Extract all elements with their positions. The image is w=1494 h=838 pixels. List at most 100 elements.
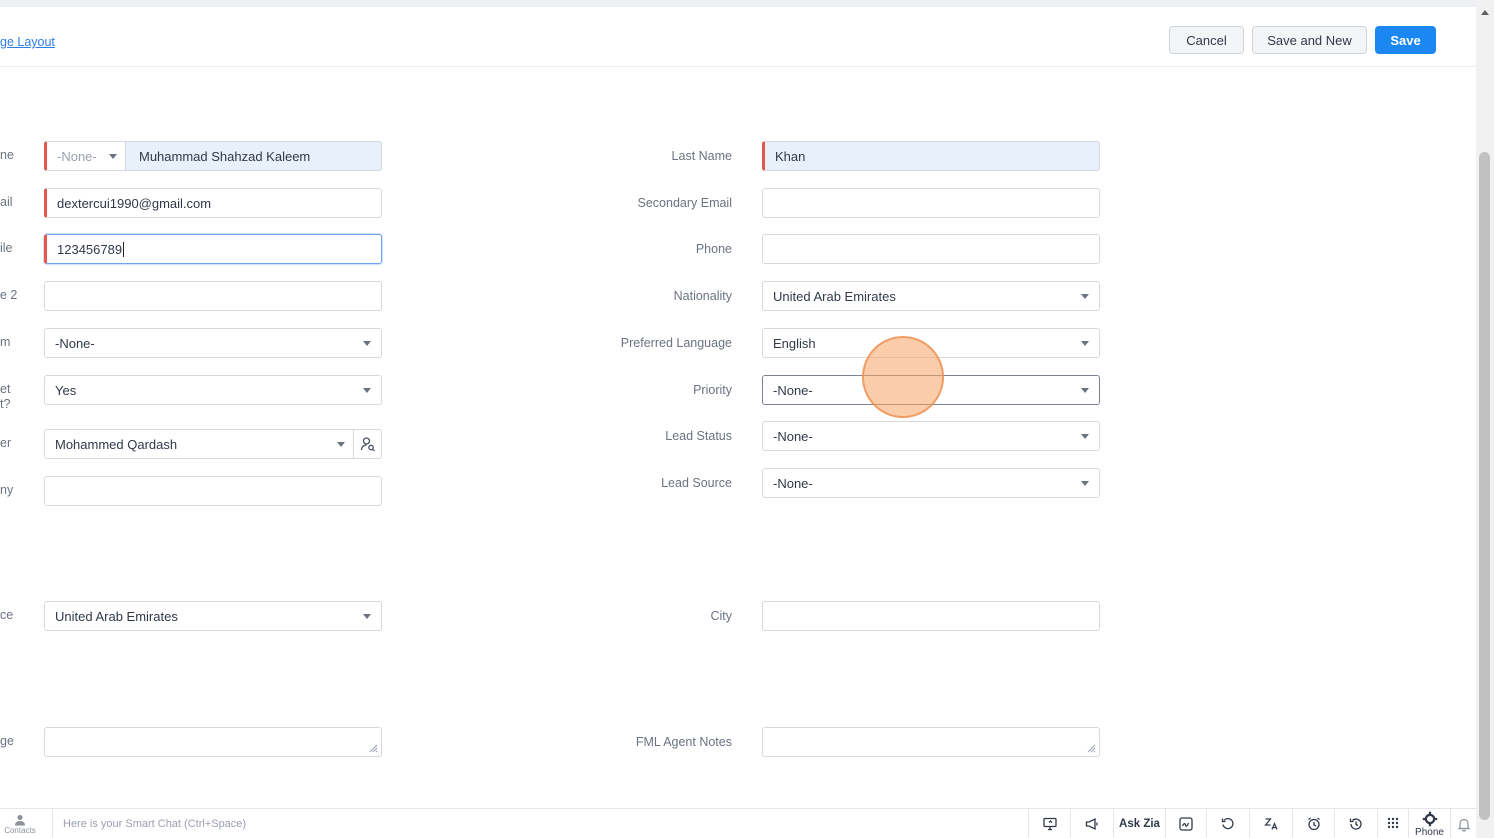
meet-label-line1: et bbox=[0, 382, 11, 396]
contacts-button[interactable]: Contacts bbox=[0, 809, 40, 838]
meet-select[interactable]: Yes bbox=[44, 375, 382, 405]
resize-grip-icon[interactable] bbox=[1087, 744, 1096, 753]
chevron-down-icon bbox=[337, 442, 345, 447]
last-name-field[interactable]: Khan bbox=[762, 141, 1100, 171]
mobile-label: ile bbox=[0, 241, 13, 255]
last-name-value: Khan bbox=[775, 148, 806, 164]
history-button[interactable] bbox=[1334, 809, 1377, 838]
chevron-down-icon bbox=[363, 341, 371, 346]
screen-share-button[interactable] bbox=[1028, 809, 1070, 838]
fml-agent-notes-textarea[interactable] bbox=[762, 727, 1100, 757]
chevron-down-icon bbox=[1081, 434, 1089, 439]
email-label: ail bbox=[0, 195, 13, 209]
save-and-new-button[interactable]: Save and New bbox=[1252, 26, 1367, 54]
top-strip bbox=[0, 0, 1476, 7]
screen-share-icon bbox=[1042, 817, 1057, 831]
refresh-button[interactable] bbox=[1206, 809, 1249, 838]
priority-value: -None- bbox=[773, 382, 813, 398]
preferred-language-value: English bbox=[773, 335, 816, 351]
save-button[interactable]: Save bbox=[1375, 26, 1436, 54]
dial-pad-button[interactable] bbox=[1377, 809, 1408, 838]
chevron-down-icon bbox=[1081, 294, 1089, 299]
contacts-icon bbox=[15, 814, 25, 825]
edit-page-layout-link[interactable]: ge Layout bbox=[0, 35, 55, 49]
city-label: City bbox=[710, 609, 732, 623]
priority-select[interactable]: -None- bbox=[762, 375, 1100, 405]
text-cursor bbox=[123, 241, 125, 257]
first-name-value: Muhammad Shahzad Kaleem bbox=[139, 148, 311, 164]
nationality-select[interactable]: United Arab Emirates bbox=[762, 281, 1100, 311]
owner-value: Mohammed Qardash bbox=[55, 436, 178, 452]
first-name-field[interactable]: -None- Muhammad Shahzad Kaleem bbox=[44, 141, 382, 171]
fml-agent-notes-label: FML Agent Notes bbox=[635, 735, 732, 749]
preferred-language-select[interactable]: English bbox=[762, 328, 1100, 358]
nationality-label: Nationality bbox=[673, 289, 732, 303]
mobile-field[interactable]: 123456789 bbox=[44, 234, 382, 264]
first-name-label: ne bbox=[0, 148, 14, 162]
resize-grip-icon[interactable] bbox=[369, 744, 378, 753]
phone-button[interactable]: Phone bbox=[1408, 809, 1450, 838]
company-label: ny bbox=[0, 483, 14, 497]
signature-button[interactable] bbox=[1165, 809, 1206, 838]
salutation-value: -None- bbox=[57, 148, 97, 164]
megaphone-icon bbox=[1085, 817, 1098, 831]
residence-value: United Arab Emirates bbox=[55, 608, 178, 624]
bell-icon bbox=[1457, 818, 1470, 832]
city-field[interactable] bbox=[762, 601, 1100, 631]
nationality-value: United Arab Emirates bbox=[773, 288, 896, 304]
scrollbar-thumb[interactable] bbox=[1479, 152, 1490, 820]
bottom-toolbar: Contacts Here is your Smart Chat (Ctrl+S… bbox=[0, 808, 1476, 838]
chevron-down-icon bbox=[1081, 481, 1089, 486]
lead-source-value: -None- bbox=[773, 475, 813, 491]
secondary-email-field[interactable] bbox=[762, 188, 1100, 218]
form-header: ge Layout Cancel Save and New Save bbox=[0, 7, 1476, 67]
owner-label: er bbox=[0, 436, 12, 450]
history-icon bbox=[1349, 818, 1362, 830]
message-label: ge bbox=[0, 734, 14, 748]
platform-value: -None- bbox=[55, 335, 95, 351]
secondary-email-label: Secondary Email bbox=[637, 196, 733, 210]
salutation-select[interactable]: -None- bbox=[47, 142, 126, 170]
reminders-button[interactable] bbox=[1292, 809, 1334, 838]
smart-chat-input[interactable]: Here is your Smart Chat (Ctrl+Space) bbox=[52, 809, 1028, 838]
phone-label: Phone bbox=[1415, 826, 1444, 838]
notifications-button[interactable] bbox=[1450, 809, 1476, 838]
message-textarea[interactable] bbox=[44, 727, 382, 757]
chevron-down-icon bbox=[1081, 341, 1089, 346]
dial-pad-icon bbox=[1387, 817, 1399, 829]
lead-source-label: Lead Source bbox=[661, 476, 732, 490]
announcements-button[interactable] bbox=[1070, 809, 1113, 838]
signature-icon bbox=[1179, 817, 1193, 831]
translate-icon bbox=[1264, 818, 1278, 830]
phone-label: Phone bbox=[695, 242, 732, 256]
translate-button[interactable] bbox=[1249, 809, 1292, 838]
residence-select[interactable]: United Arab Emirates bbox=[44, 601, 382, 631]
company-field[interactable] bbox=[44, 476, 382, 506]
priority-label: Priority bbox=[693, 383, 732, 397]
lead-status-label: Lead Status bbox=[665, 429, 732, 443]
cancel-button[interactable]: Cancel bbox=[1169, 26, 1244, 54]
preferred-language-label: Preferred Language bbox=[620, 336, 732, 350]
phone-gear-icon bbox=[1422, 811, 1437, 826]
email-field[interactable]: dextercui1990@gmail.com bbox=[44, 188, 382, 218]
ask-zia-button[interactable]: Ask Zia bbox=[1113, 809, 1165, 838]
phone-2-field[interactable] bbox=[44, 281, 382, 311]
email-value: dextercui1990@gmail.com bbox=[57, 195, 212, 211]
alarm-icon bbox=[1307, 817, 1320, 831]
refresh-icon bbox=[1221, 818, 1234, 830]
owner-lookup[interactable]: Mohammed Qardash bbox=[44, 429, 382, 459]
user-search-icon[interactable] bbox=[353, 430, 381, 458]
smart-chat-placeholder: Here is your Smart Chat (Ctrl+Space) bbox=[63, 818, 247, 830]
meet-value: Yes bbox=[55, 382, 77, 398]
lead-source-select[interactable]: -None- bbox=[762, 468, 1100, 498]
phone-field[interactable] bbox=[762, 234, 1100, 264]
lead-status-value: -None- bbox=[773, 428, 813, 444]
scroll-up-arrow-icon[interactable] bbox=[1481, 10, 1489, 15]
platform-select[interactable]: -None- bbox=[44, 328, 382, 358]
last-name-label: Last Name bbox=[671, 149, 732, 163]
lead-status-select[interactable]: -None- bbox=[762, 421, 1100, 451]
platform-label: m bbox=[0, 335, 11, 349]
chevron-down-icon bbox=[363, 388, 371, 393]
page-scrollbar[interactable] bbox=[1476, 0, 1494, 838]
chevron-down-icon bbox=[363, 614, 371, 619]
